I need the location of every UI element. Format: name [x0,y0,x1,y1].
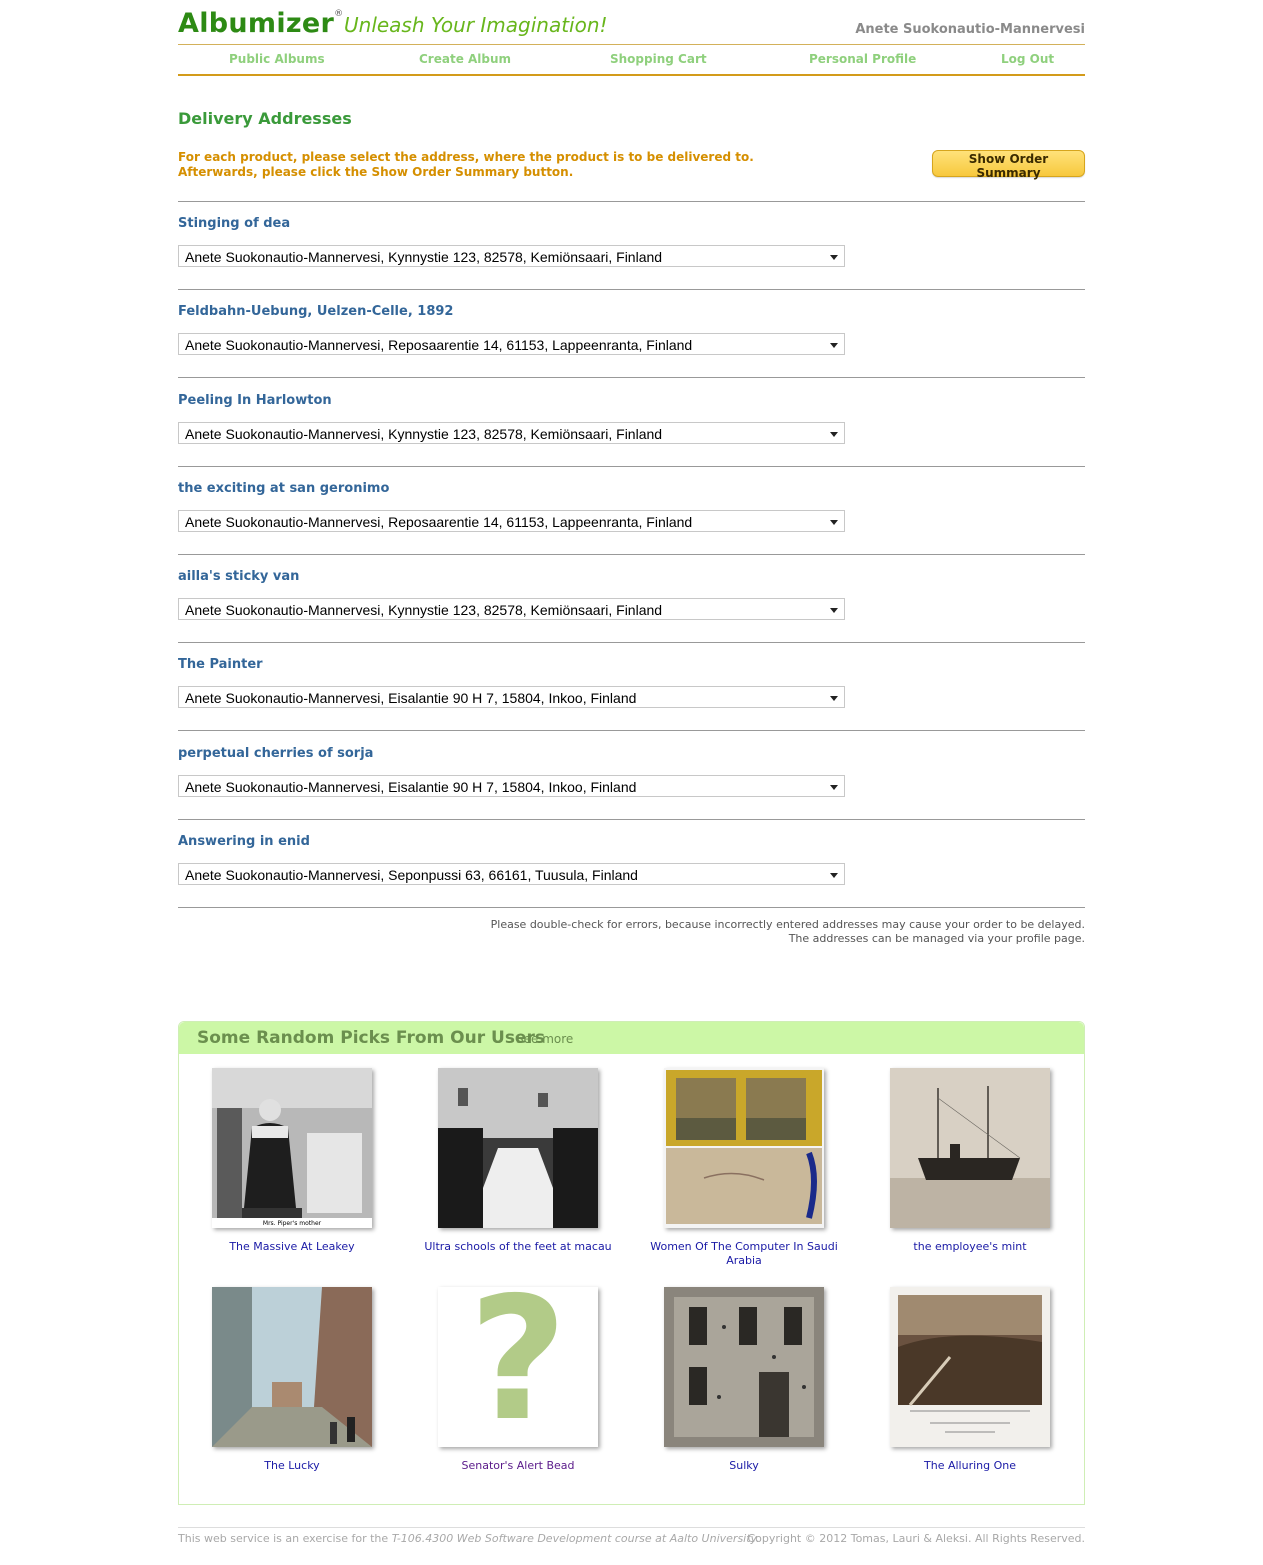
tagline: Unleash Your Imagination! [344,13,608,37]
placeholder-thumbnail[interactable]: ? [438,1287,598,1447]
address-select[interactable]: Anete Suokonautio-Mannervesi, Eisalantie… [178,775,845,797]
registered-mark: ® [334,9,344,19]
note-line: The addresses can be managed via your pr… [788,932,1085,945]
dropdown-arrow-icon [830,873,838,878]
address-select[interactable]: Anete Suokonautio-Mannervesi, Reposaaren… [178,510,845,532]
nav-public-albums[interactable]: Public Albums [229,52,325,66]
dropdown-arrow-icon [830,432,838,437]
product-row: perpetual cherries of sorja Anete Suokon… [178,730,1085,819]
nav-log-out[interactable]: Log Out [1001,52,1054,66]
product-row: The Painter Anete Suokonautio-Mannervesi… [178,642,1085,731]
header: Albumizer® Unleash Your Imagination! Ane… [178,0,1085,44]
pick-caption-link[interactable]: The Massive At Leakey [192,1240,392,1254]
dropdown-arrow-icon [830,608,838,613]
random-picks-panel: Some Random Picks From Our Users See mor… [178,1021,1085,1505]
album-thumbnail[interactable] [438,1068,598,1228]
random-picks-header: Some Random Picks From Our Users See mor… [179,1022,1084,1054]
random-picks-title: Some Random Picks From Our Users [197,1028,545,1048]
product-name: perpetual cherries of sorja [178,746,374,761]
pick-caption-link[interactable]: the employee's mint [870,1240,1070,1254]
product-name: Feldbahn-Uebung, Uelzen-Celle, 1892 [178,304,454,319]
dropdown-arrow-icon [830,696,838,701]
product-name: The Painter [178,657,263,672]
dropdown-arrow-icon [830,785,838,790]
album-thumbnail[interactable] [890,1287,1050,1447]
thumbnail-caption: Mrs. Piper's mother [263,1220,322,1227]
product-name: Peeling In Harlowton [178,393,332,408]
pick-caption-link[interactable]: Sulky [644,1459,844,1473]
product-name: Stinging of dea [178,216,291,231]
footer-divider [178,1527,1085,1528]
pick-caption-link[interactable]: The Lucky [192,1459,392,1473]
instruction-line: Afterwards, please click the Show Order … [178,165,574,179]
address-select[interactable]: Anete Suokonautio-Mannervesi, Kynnystie … [178,245,845,267]
pick-caption-link[interactable]: The Alluring One [870,1459,1070,1473]
page-title: Delivery Addresses [178,109,352,128]
album-thumbnail[interactable]: Mrs. Piper's mother [212,1068,372,1228]
see-more-link[interactable]: See more [516,1032,573,1046]
product-name: the exciting at san geronimo [178,481,390,496]
nav-shopping-cart[interactable]: Shopping Cart [610,52,707,66]
footer-credit: This web service is an exercise for the … [178,1532,760,1545]
logo[interactable]: Albumizer® [178,8,343,39]
nav-personal-profile[interactable]: Personal Profile [809,52,916,66]
product-row: Feldbahn-Uebung, Uelzen-Celle, 1892 Anet… [178,289,1085,378]
username: Anete Suokonautio-Mannervesi [855,22,1085,37]
product-row: Stinging of dea Anete Suokonautio-Manner… [178,201,1085,290]
product-name: Answering in enid [178,834,310,849]
album-thumbnail[interactable] [664,1287,824,1447]
show-order-summary-button[interactable]: Show Order Summary [932,150,1085,180]
footer-copyright: Copyright © 2012 Tomas, Lauri & Aleksi. … [747,1532,1085,1545]
question-mark-icon: ? [468,1287,568,1447]
page-container: Albumizer® Unleash Your Imagination! Ane… [178,0,1085,1545]
product-row: Peeling In Harlowton Anete Suokonautio-M… [178,377,1085,466]
address-select[interactable]: Anete Suokonautio-Mannervesi, Reposaaren… [178,333,845,355]
instruction-line: For each product, please select the addr… [178,150,754,164]
pick-caption-link[interactable]: Women Of The Computer In Saudi Arabia [644,1240,844,1268]
address-select[interactable]: Anete Suokonautio-Mannervesi, Eisalantie… [178,686,845,708]
main-nav: Public Albums Create Album Shopping Cart… [178,44,1085,76]
product-row: ailla's sticky van Anete Suokonautio-Man… [178,554,1085,643]
album-thumbnail[interactable] [212,1287,372,1447]
address-select[interactable]: Anete Suokonautio-Mannervesi, Seponpussi… [178,863,845,885]
address-select[interactable]: Anete Suokonautio-Mannervesi, Kynnystie … [178,422,845,444]
pick-caption-link[interactable]: Ultra schools of the feet at macau [418,1240,618,1254]
dropdown-arrow-icon [830,255,838,260]
product-row: the exciting at san geronimo Anete Suoko… [178,466,1085,555]
divider [178,907,1085,908]
address-select[interactable]: Anete Suokonautio-Mannervesi, Kynnystie … [178,598,845,620]
pick-caption-link[interactable]: Senator's Alert Bead [418,1459,618,1473]
album-thumbnail[interactable] [890,1068,1050,1228]
dropdown-arrow-icon [830,343,838,348]
dropdown-arrow-icon [830,520,838,525]
address-note: Please double-check for errors, because … [491,918,1085,946]
instructions: For each product, please select the addr… [178,150,798,180]
nav-create-album[interactable]: Create Album [419,52,511,66]
note-line: Please double-check for errors, because … [490,918,1085,931]
album-thumbnail[interactable] [664,1068,824,1228]
product-name: ailla's sticky van [178,569,300,584]
course-link[interactable]: T-106.4300 Web Software Development cour… [392,1532,760,1545]
product-row: Answering in enid Anete Suokonautio-Mann… [178,819,1085,908]
